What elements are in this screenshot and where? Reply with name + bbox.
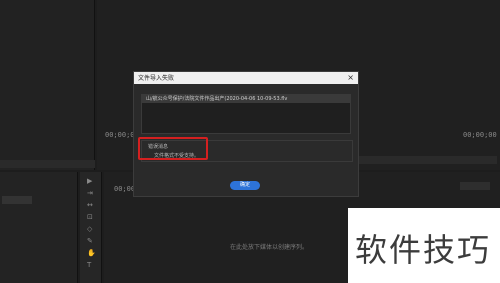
dialog-title: 文件导入失败: [138, 75, 175, 82]
program-controls-strip: [357, 156, 497, 164]
program-timecode-right: 00;00;00: [463, 131, 497, 139]
pen-tool-icon[interactable]: ✎: [87, 238, 95, 245]
error-highlight-box: [138, 137, 208, 160]
razor-tool-icon[interactable]: ⊡: [87, 214, 95, 221]
ok-button[interactable]: 确定: [230, 181, 260, 190]
source-controls-strip: [0, 160, 95, 168]
project-panel: [0, 172, 78, 283]
failed-file-list: 山/航公众号保护/法院文件作品出产(2020-04-06 10-09-53.fl…: [141, 94, 351, 134]
file-name: 山/航公众号保护/法院文件作品出产(2020-04-06 10-09-53.fl…: [146, 96, 288, 102]
slip-tool-icon[interactable]: ◇: [87, 226, 95, 233]
timeline-timecode: 00;00: [114, 185, 136, 193]
tools-panel: ▶ ⇥ ↔ ⊡ ◇ ✎ ✋ T: [80, 172, 102, 283]
project-search-input[interactable]: [2, 196, 32, 204]
ripple-edit-tool-icon[interactable]: ↔: [87, 202, 95, 209]
track-select-tool-icon[interactable]: ⇥: [87, 190, 95, 197]
timeline-drop-hint: 在此处放下媒体以创建序列。: [230, 244, 309, 251]
file-row[interactable]: 山/航公众号保护/法院文件作品出产(2020-04-06 10-09-53.fl…: [142, 95, 350, 103]
watermark-text: 软件技巧: [355, 231, 492, 269]
hand-tool-icon[interactable]: ✋: [87, 250, 96, 257]
close-icon[interactable]: ×: [347, 72, 354, 83]
import-failed-dialog: 文件导入失败 × 山/航公众号保护/法院文件作品出产(2020-04-06 10…: [133, 71, 359, 197]
selection-tool-icon[interactable]: ▶: [87, 178, 95, 185]
dialog-titlebar: 文件导入失败 ×: [134, 72, 358, 84]
type-tool-icon[interactable]: T: [87, 262, 95, 269]
source-monitor-panel: [0, 0, 95, 170]
audio-meter: [460, 182, 490, 190]
